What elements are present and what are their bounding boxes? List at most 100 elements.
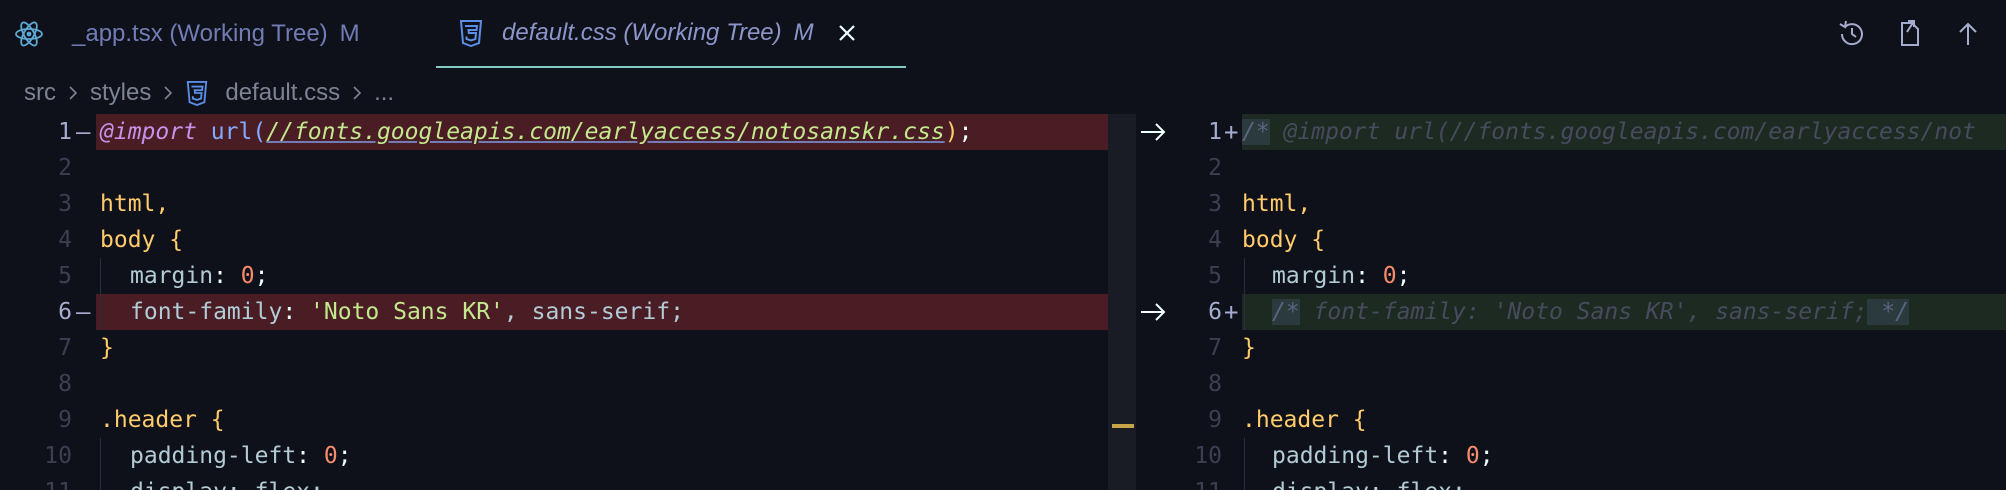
indent-guide [1244,474,1245,490]
arrow-up-icon[interactable] [1952,18,1984,50]
comment-close: */ [1867,299,1909,325]
number: 0 [1465,443,1480,469]
overview-ruler[interactable] [1108,114,1136,490]
code-line: 5 margin: 0; [1172,258,2006,294]
modified-badge: M [793,19,814,46]
code-line-deleted: 6 — font-family: 'Noto Sans KR', sans-se… [0,294,1108,330]
indent-guide [1244,438,1245,474]
line-number: 3 [1208,191,1222,217]
brace: } [100,335,114,361]
colon: : [1355,263,1383,289]
line-number: 5 [58,263,72,289]
insertion-marker: + [1224,118,1239,146]
semicolon: ; [1396,263,1411,289]
line-number: 10 [1194,443,1222,469]
code-line-inserted: 6 + /* font-family: 'Noto Sans KR', sans… [1172,294,2006,330]
line-number: 3 [58,191,72,217]
selector: body [100,227,170,253]
tab-default-css[interactable]: default.css (Working Tree) M [436,0,906,68]
code-line: 8 [1172,366,2006,402]
code-line: 4 body { [1172,222,2006,258]
line-number: 8 [58,371,72,397]
code-text: margin: 0; [1272,263,1411,289]
indent-guide [100,258,101,294]
revert-change-arrow-icon[interactable] [1138,300,1168,324]
selector: html, [1242,191,1312,217]
line-number: 4 [58,227,72,253]
line-number: 11 [0,479,72,490]
code-line: 2 [0,150,1108,186]
history-icon[interactable] [1836,18,1868,50]
value: , sans-serif; [503,299,684,325]
semicolon: ; [1479,443,1494,469]
comment-open: /* [1242,119,1270,145]
tab-label: default.css (Working Tree) [502,19,782,46]
line-number: 10 [44,443,72,469]
comment: @import url(//fonts.googleapis.com/early… [1269,119,1976,145]
line-number: 7 [1208,335,1222,361]
colon: : [296,443,324,469]
modified-badge: M [339,20,360,47]
open-file-icon[interactable] [1894,18,1926,50]
editor-actions [1836,18,1984,50]
indent-guide [100,474,101,490]
revert-change-arrow-icon[interactable] [1138,120,1168,144]
breadcrumb-item-symbols[interactable]: ... [374,79,394,107]
property: margin [1272,263,1356,289]
tab-label: _app.tsx (Working Tree) [72,20,328,47]
property: font-family [130,299,283,325]
line-number: 5 [1208,263,1222,289]
code-text: font-family: 'Noto Sans KR', sans-serif; [130,299,684,325]
code-text: body { [100,227,183,253]
line-number: 1 [1208,119,1222,145]
selector: .header [100,407,211,433]
colon: : [1438,443,1466,469]
selector: .header [1242,407,1353,433]
line-number: 9 [58,407,72,433]
css3-icon [185,80,211,106]
line-number: 6 [1208,299,1222,325]
line-number: 9 [1208,407,1222,433]
line-number: 2 [58,155,72,181]
chevron-right-icon [66,86,80,100]
code-line-inserted: 1 + /* @import url(//fonts.googleapis.co… [1172,114,2006,150]
property: padding-left [130,443,297,469]
number: 0 [240,263,255,289]
indent-guide [100,438,101,474]
breadcrumb-item-file[interactable]: default.css [225,79,340,107]
function-name: url( [196,119,267,145]
string: 'Noto Sans KR' [310,299,504,325]
paren: ) [944,119,959,145]
brace: { [210,407,225,433]
editor-tab-bar: _app.tsx (Working Tree) M default.css (W… [0,0,2006,70]
code-text: display: flex; [130,479,324,490]
indent-guide [1244,294,1245,330]
close-icon[interactable] [836,22,858,44]
code-line: 11 display: flex; [0,474,1108,490]
brace: { [1352,407,1367,433]
code-text: .header { [1242,407,1367,433]
breadcrumb-item-styles[interactable]: styles [90,79,151,107]
selector: body [1242,227,1312,253]
diff-modified-editor[interactable]: 1 + /* @import url(//fonts.googleapis.co… [1172,114,2006,490]
code-line: 2 [1172,150,2006,186]
diff-original-editor[interactable]: 1 — @import url(//fonts.googleapis.com/e… [0,114,1108,490]
code-text: @import url(//fonts.googleapis.com/early… [100,119,972,145]
code-line: 9 .header { [0,402,1108,438]
url-link[interactable]: //fonts.googleapis.com/earlyaccess/notos… [266,119,945,145]
insertion-marker: + [1224,298,1239,326]
deletion-marker: — [76,118,91,146]
code-text: /* @import url(//fonts.googleapis.com/ea… [1242,119,1976,145]
comment-open: /* [1272,299,1300,325]
breadcrumb-item-src[interactable]: src [24,79,56,107]
code-text: /* font-family: 'Noto Sans KR', sans-ser… [1272,299,1909,325]
brace: { [1311,227,1326,253]
code-line: 3 html, [0,186,1108,222]
property: margin [130,263,214,289]
tab-app-tsx[interactable]: _app.tsx (Working Tree) M [0,0,420,68]
code-line-deleted: 1 — @import url(//fonts.googleapis.com/e… [0,114,1108,150]
code-line: 11 display: flex; [1172,474,2006,490]
selector: html, [100,191,170,217]
brace: { [169,227,184,253]
indent-guide [1244,258,1245,294]
